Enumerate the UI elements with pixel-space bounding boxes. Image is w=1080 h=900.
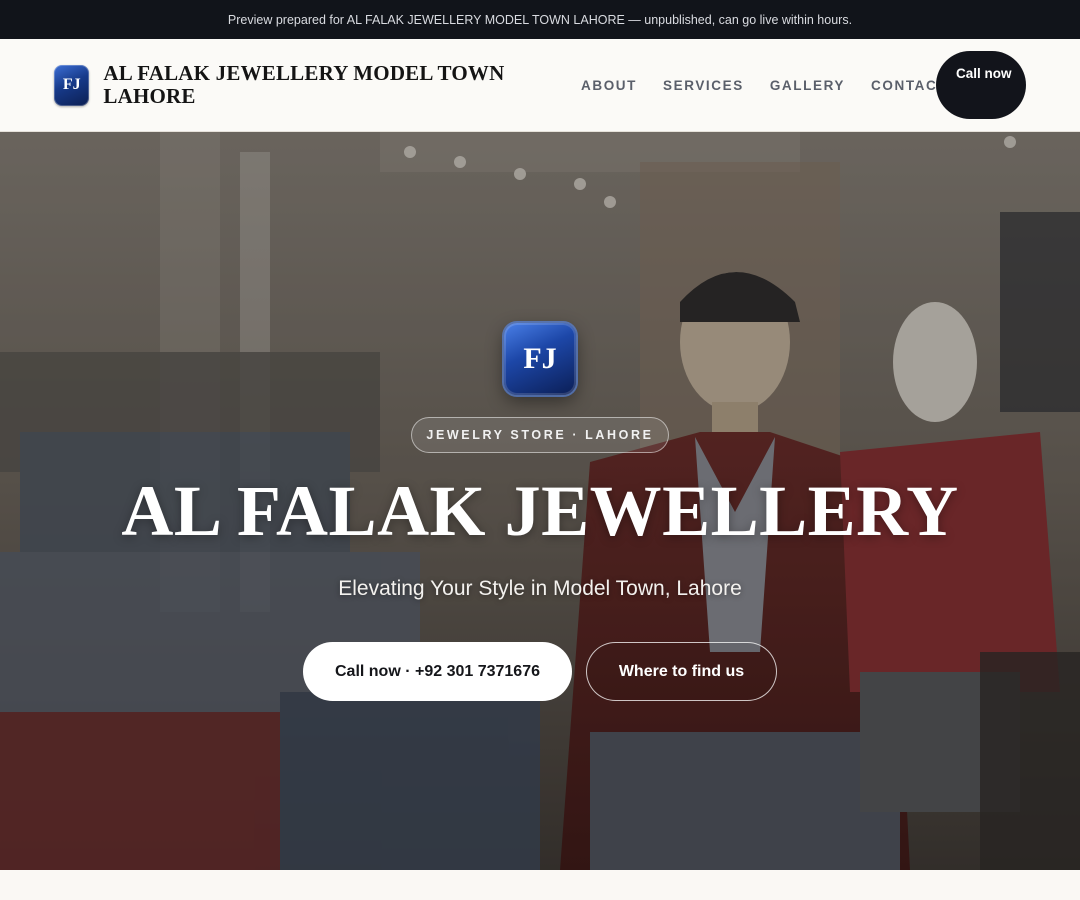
brand[interactable]: FJ AL FALAK JEWELLERY MODEL TOWN LAHORE (54, 62, 534, 108)
site-header: FJ AL FALAK JEWELLERY MODEL TOWN LAHORE … (0, 39, 1080, 132)
hero-logo-icon: FJ (504, 323, 576, 395)
preview-announcement-text: Preview prepared for AL FALAK JEWELLERY … (227, 12, 853, 27)
nav-link-services[interactable]: SERVICES (663, 78, 744, 93)
brand-logo-icon: FJ (54, 64, 90, 106)
hero-section: FJ JEWELRY STORE · LAHORE AL FALAK JEWEL… (0, 132, 1080, 870)
hero-subtitle: Elevating Your Style in Model Town, Laho… (338, 577, 742, 600)
header-call-button[interactable]: Call now (936, 51, 1026, 119)
nav-link-about[interactable]: ABOUT (581, 78, 637, 93)
where-to-find-us-button[interactable]: Where to find us (586, 642, 777, 701)
preview-announcement-bar: Preview prepared for AL FALAK JEWELLERY … (0, 0, 1080, 39)
brand-name: AL FALAK JEWELLERY MODEL TOWN LAHORE (103, 61, 505, 108)
main-nav: ABOUT SERVICES GALLERY CONTACT (581, 39, 947, 132)
call-now-button[interactable]: Call now · +92 301 7371676 (303, 642, 572, 701)
hero-content: FJ JEWELRY STORE · LAHORE AL FALAK JEWEL… (0, 132, 1080, 870)
nav-link-gallery[interactable]: GALLERY (770, 78, 845, 93)
category-tag: JEWELRY STORE · LAHORE (411, 417, 669, 453)
hero-title: AL FALAK JEWELLERY (121, 471, 959, 551)
